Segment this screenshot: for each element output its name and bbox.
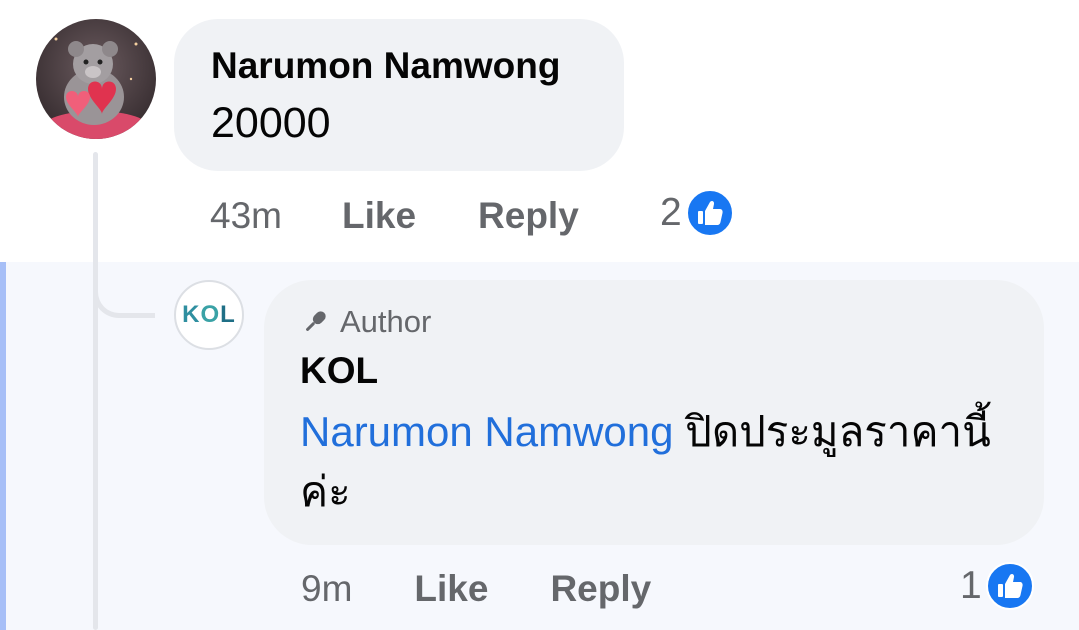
comment-reply-button[interactable]: Reply — [478, 195, 579, 237]
author-badge-label: Author — [340, 304, 432, 339]
reply-text: Narumon Namwong ปิดประมูลราคานี้ค่ะ — [300, 402, 1000, 522]
comment-bubble: Narumon Namwong 20000 — [174, 19, 624, 171]
reply-reaction-count: 1 — [960, 564, 982, 607]
thread-line-connector — [93, 268, 155, 318]
microphone-icon — [306, 311, 326, 331]
like-icon — [985, 562, 1034, 610]
mention-link[interactable]: Narumon Namwong — [300, 408, 674, 455]
comment-author-name[interactable]: Narumon Namwong — [211, 45, 560, 87]
reply-reply-button[interactable]: Reply — [550, 568, 651, 610]
author-badge: Author — [300, 304, 431, 340]
like-icon — [685, 189, 734, 237]
kol-avatar[interactable]: KOL — [174, 280, 244, 350]
comment-actions: 43m Like Reply — [210, 195, 579, 237]
comment-text: 20000 — [211, 99, 331, 147]
highlight-accent-bar — [0, 262, 6, 630]
comment-reaction-count: 2 — [660, 191, 682, 234]
comment-timestamp[interactable]: 43m — [210, 195, 282, 237]
reply-author-name[interactable]: KOL — [300, 350, 378, 392]
reply-like-button[interactable]: Like — [414, 568, 488, 610]
reply-timestamp[interactable]: 9m — [301, 568, 352, 610]
thread-line — [93, 152, 98, 630]
reply-reactions[interactable]: 1 — [960, 562, 1034, 610]
comment-reactions[interactable]: 2 — [660, 189, 734, 237]
reply-bubble: Author KOL Narumon Namwong ปิดประมูลราคา… — [264, 280, 1044, 545]
commenter-avatar[interactable] — [36, 19, 156, 139]
reply-actions: 9m Like Reply — [301, 568, 651, 610]
comment-like-button[interactable]: Like — [342, 195, 416, 237]
